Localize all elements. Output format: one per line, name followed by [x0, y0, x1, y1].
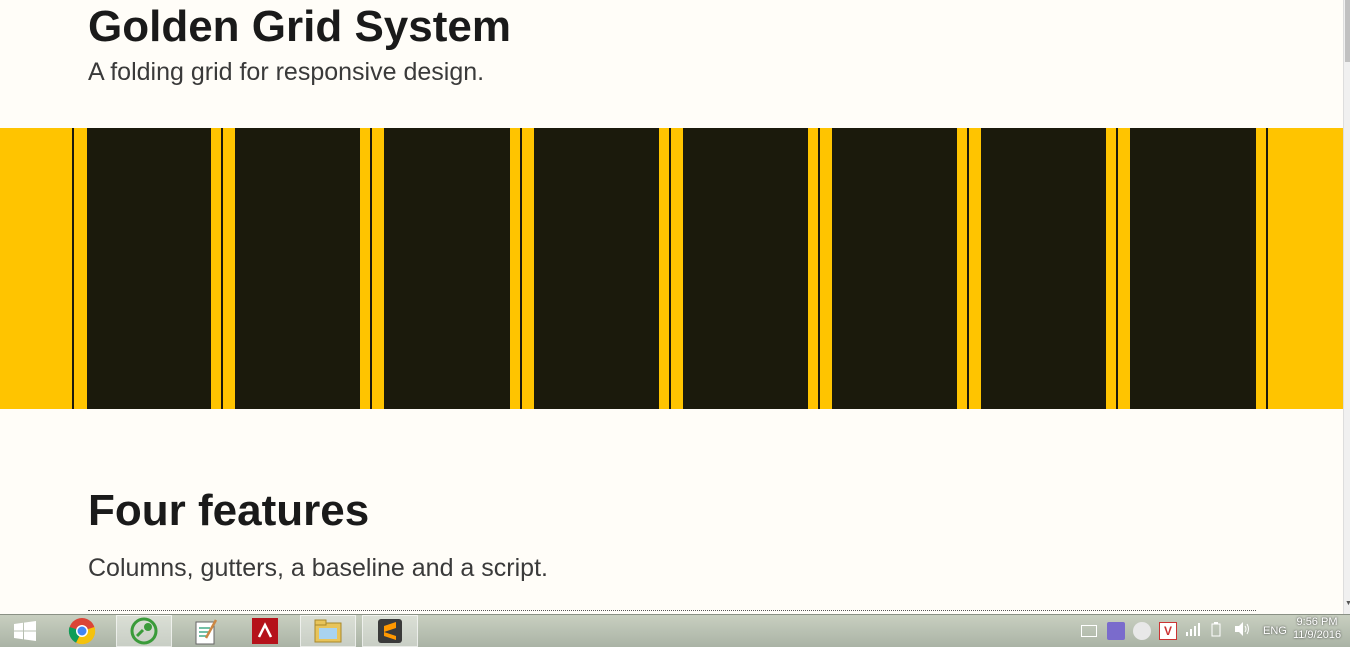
notepad-icon[interactable]	[180, 615, 230, 647]
app-icon[interactable]	[116, 615, 172, 647]
stylus-icon[interactable]	[1107, 622, 1125, 640]
antivirus-icon[interactable]: V	[1159, 622, 1177, 640]
grid-line	[72, 128, 74, 409]
scrollbar-thumb[interactable]	[1345, 0, 1350, 62]
grid-demo-band	[0, 128, 1343, 409]
language-indicator[interactable]: ENG	[1263, 625, 1287, 637]
grid-column	[832, 128, 957, 409]
grid-line	[967, 128, 969, 409]
weather-icon[interactable]	[1133, 622, 1151, 640]
vertical-scrollbar[interactable]	[1343, 0, 1350, 614]
grid-column	[235, 128, 360, 409]
section-heading: Four features	[88, 486, 370, 535]
taskbar-clock[interactable]: 9:56 PM 11/9/2016	[1286, 616, 1348, 642]
clock-time: 9:56 PM	[1296, 616, 1338, 628]
grid-column	[981, 128, 1106, 409]
signal-icon[interactable]	[1185, 622, 1201, 641]
windows-start-icon[interactable]	[6, 615, 44, 647]
grid-line	[1116, 128, 1118, 409]
windows-taskbar: V ENG	[0, 614, 1350, 647]
grid-column	[1130, 128, 1256, 409]
grid-column	[384, 128, 510, 409]
clock-date: 11/9/2016	[1292, 629, 1342, 641]
grid-line	[818, 128, 820, 409]
page-subtitle: A folding grid for responsive design.	[88, 58, 485, 86]
scroll-down-arrow-icon[interactable]: ▼	[1345, 600, 1350, 607]
grid-column	[683, 128, 808, 409]
grid-line	[221, 128, 223, 409]
page-title: Golden Grid System	[88, 2, 511, 51]
section-text: Columns, gutters, a baseline and a scrip…	[88, 554, 548, 582]
chrome-icon[interactable]	[60, 615, 104, 647]
grid-column	[87, 128, 211, 409]
grid-line	[669, 128, 671, 409]
system-tray: V ENG	[1075, 615, 1295, 647]
filezilla-icon[interactable]	[240, 615, 290, 647]
browser-page: Golden Grid System A folding grid for re…	[0, 0, 1343, 614]
grid-line	[370, 128, 372, 409]
volume-icon[interactable]	[1233, 621, 1251, 642]
sublime-text-icon[interactable]	[362, 615, 418, 647]
explorer-icon[interactable]	[300, 615, 356, 647]
grid-column	[534, 128, 659, 409]
show-windows-icon[interactable]	[1081, 625, 1097, 637]
grid-line	[1266, 128, 1268, 409]
grid-line	[520, 128, 522, 409]
section-divider	[88, 610, 1256, 611]
battery-icon[interactable]	[1209, 621, 1225, 642]
